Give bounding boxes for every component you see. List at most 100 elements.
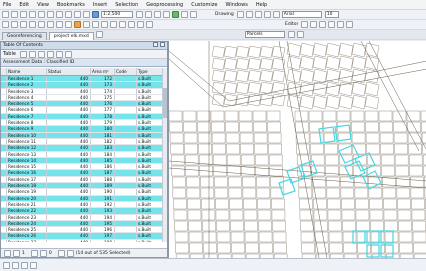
parcel-polygon[interactable] <box>407 121 421 133</box>
redo-icon[interactable] <box>83 11 90 18</box>
table-cell[interactable]: 197 <box>91 233 115 239</box>
parcel-polygon[interactable] <box>368 187 383 199</box>
parcel-polygon[interactable] <box>214 176 228 188</box>
parcel-polygon[interactable] <box>214 187 229 199</box>
table-cell[interactable]: 193 <box>91 208 115 214</box>
paste-icon[interactable] <box>56 11 63 18</box>
parcel-polygon[interactable] <box>324 143 338 155</box>
select-elements-icon-2[interactable] <box>92 21 99 28</box>
parcel-polygon[interactable] <box>256 187 271 199</box>
table-cell[interactable]: 440 <box>47 170 91 176</box>
menu-customize[interactable]: Customize <box>191 2 217 8</box>
table-cell[interactable] <box>115 94 137 101</box>
catalog-icon[interactable] <box>154 11 161 18</box>
menu-edit[interactable]: Edit <box>19 2 29 8</box>
parcel-polygon[interactable] <box>185 165 199 177</box>
table-cell[interactable] <box>115 164 137 170</box>
parcel-polygon[interactable] <box>314 231 329 243</box>
table-cell[interactable]: 440 <box>47 132 91 138</box>
clear-selection-icon[interactable] <box>83 21 90 28</box>
parcel-polygon[interactable] <box>273 242 287 254</box>
parcel-polygon[interactable] <box>396 187 411 199</box>
table-cell[interactable]: 440 <box>47 220 91 227</box>
parcel-polygon[interactable] <box>217 242 231 254</box>
table-cell[interactable] <box>115 201 137 208</box>
scale-input[interactable]: 1:2,500 <box>101 11 133 18</box>
table-cell[interactable]: 188 <box>91 176 115 183</box>
table-cell[interactable]: 440 <box>47 164 91 170</box>
parcel-polygon[interactable] <box>356 220 370 232</box>
table-cell[interactable]: Residence 22 <box>7 208 47 214</box>
search-icon[interactable] <box>163 11 170 18</box>
parcel-polygon[interactable] <box>322 110 337 122</box>
parcel-polygon[interactable] <box>227 165 241 177</box>
parcel-polygon[interactable] <box>398 231 413 243</box>
parcel-polygon[interactable] <box>188 220 202 232</box>
parcel-polygon[interactable] <box>420 110 426 122</box>
table-cell[interactable]: 174 <box>91 88 115 94</box>
parcel-polygon[interactable] <box>365 121 379 133</box>
parcel-polygon[interactable] <box>242 176 256 188</box>
table-cell[interactable]: Residence 23 <box>7 214 47 220</box>
table-cell[interactable]: Residence 26 <box>7 233 47 239</box>
parcel-polygon[interactable] <box>326 176 340 188</box>
toc-icon[interactable] <box>145 11 152 18</box>
modelbuilder-icon[interactable] <box>190 11 197 18</box>
parcel-polygon[interactable] <box>312 55 328 71</box>
selected-parcel[interactable] <box>380 244 394 258</box>
parcel-polygon[interactable] <box>175 242 189 254</box>
parcel-polygon[interactable] <box>328 231 343 243</box>
parcel-polygon[interactable] <box>216 231 231 243</box>
parcel-polygon[interactable] <box>186 187 201 199</box>
parcel-polygon[interactable] <box>258 220 272 232</box>
parcel-polygon[interactable] <box>182 110 197 122</box>
parcel-polygon[interactable] <box>398 220 412 232</box>
table-cell[interactable]: Residence 6 <box>7 107 47 113</box>
parcel-polygon[interactable] <box>396 176 410 188</box>
table-cell[interactable] <box>115 132 137 138</box>
parcel-polygon[interactable] <box>224 110 239 122</box>
font-size-select[interactable]: 10 <box>324 11 339 18</box>
select-by-attributes-icon[interactable] <box>37 50 45 58</box>
table-cell[interactable] <box>115 189 137 195</box>
parcel-polygon[interactable] <box>397 198 411 210</box>
parcel-polygon[interactable] <box>337 132 352 144</box>
parcel-polygon[interactable] <box>381 154 395 166</box>
open-icon[interactable] <box>11 11 18 18</box>
parcel-polygon[interactable] <box>309 121 323 133</box>
parcel-polygon[interactable] <box>421 132 426 144</box>
back-icon[interactable] <box>56 21 63 28</box>
selected-parcel[interactable] <box>352 230 366 244</box>
parcel-polygon[interactable] <box>240 143 254 155</box>
parcel-polygon[interactable] <box>340 187 355 199</box>
table-cell[interactable] <box>115 239 137 242</box>
table-cell[interactable]: 440 <box>47 126 91 132</box>
font-select[interactable]: Arial <box>281 11 322 18</box>
parcel-polygon[interactable] <box>378 110 393 122</box>
parcel-polygon[interactable] <box>342 220 356 232</box>
table-cell[interactable]: Residence 25 <box>7 227 47 233</box>
related-tables-icon[interactable] <box>28 50 36 58</box>
tab-project[interactable]: project elk.mxd <box>48 31 94 40</box>
table-cell[interactable] <box>115 214 137 220</box>
parcel-polygon[interactable] <box>169 121 183 133</box>
parcel-polygon[interactable] <box>271 81 286 95</box>
parcel-polygon[interactable] <box>229 209 244 221</box>
select-elements-icon[interactable] <box>236 11 244 18</box>
map-view[interactable] <box>168 41 426 258</box>
parcel-polygon[interactable] <box>329 242 343 254</box>
parcel-polygon[interactable] <box>174 231 189 243</box>
parcel-polygon[interactable] <box>408 143 422 155</box>
parcel-polygon[interactable] <box>235 93 250 107</box>
table-cell[interactable]: Residence 20 <box>7 195 47 201</box>
parcel-map[interactable] <box>169 41 426 258</box>
parcel-polygon[interactable] <box>354 187 369 199</box>
table-cell[interactable] <box>115 227 137 233</box>
parcel-polygon[interactable] <box>351 55 367 71</box>
parcel-polygon[interactable] <box>259 93 274 107</box>
parcel-polygon[interactable] <box>247 81 262 95</box>
font-color-icon[interactable] <box>272 11 280 18</box>
table-cell[interactable]: Residence 10 <box>7 132 47 138</box>
parcel-polygon[interactable] <box>364 42 380 58</box>
table-cell[interactable]: 440 <box>47 138 91 145</box>
